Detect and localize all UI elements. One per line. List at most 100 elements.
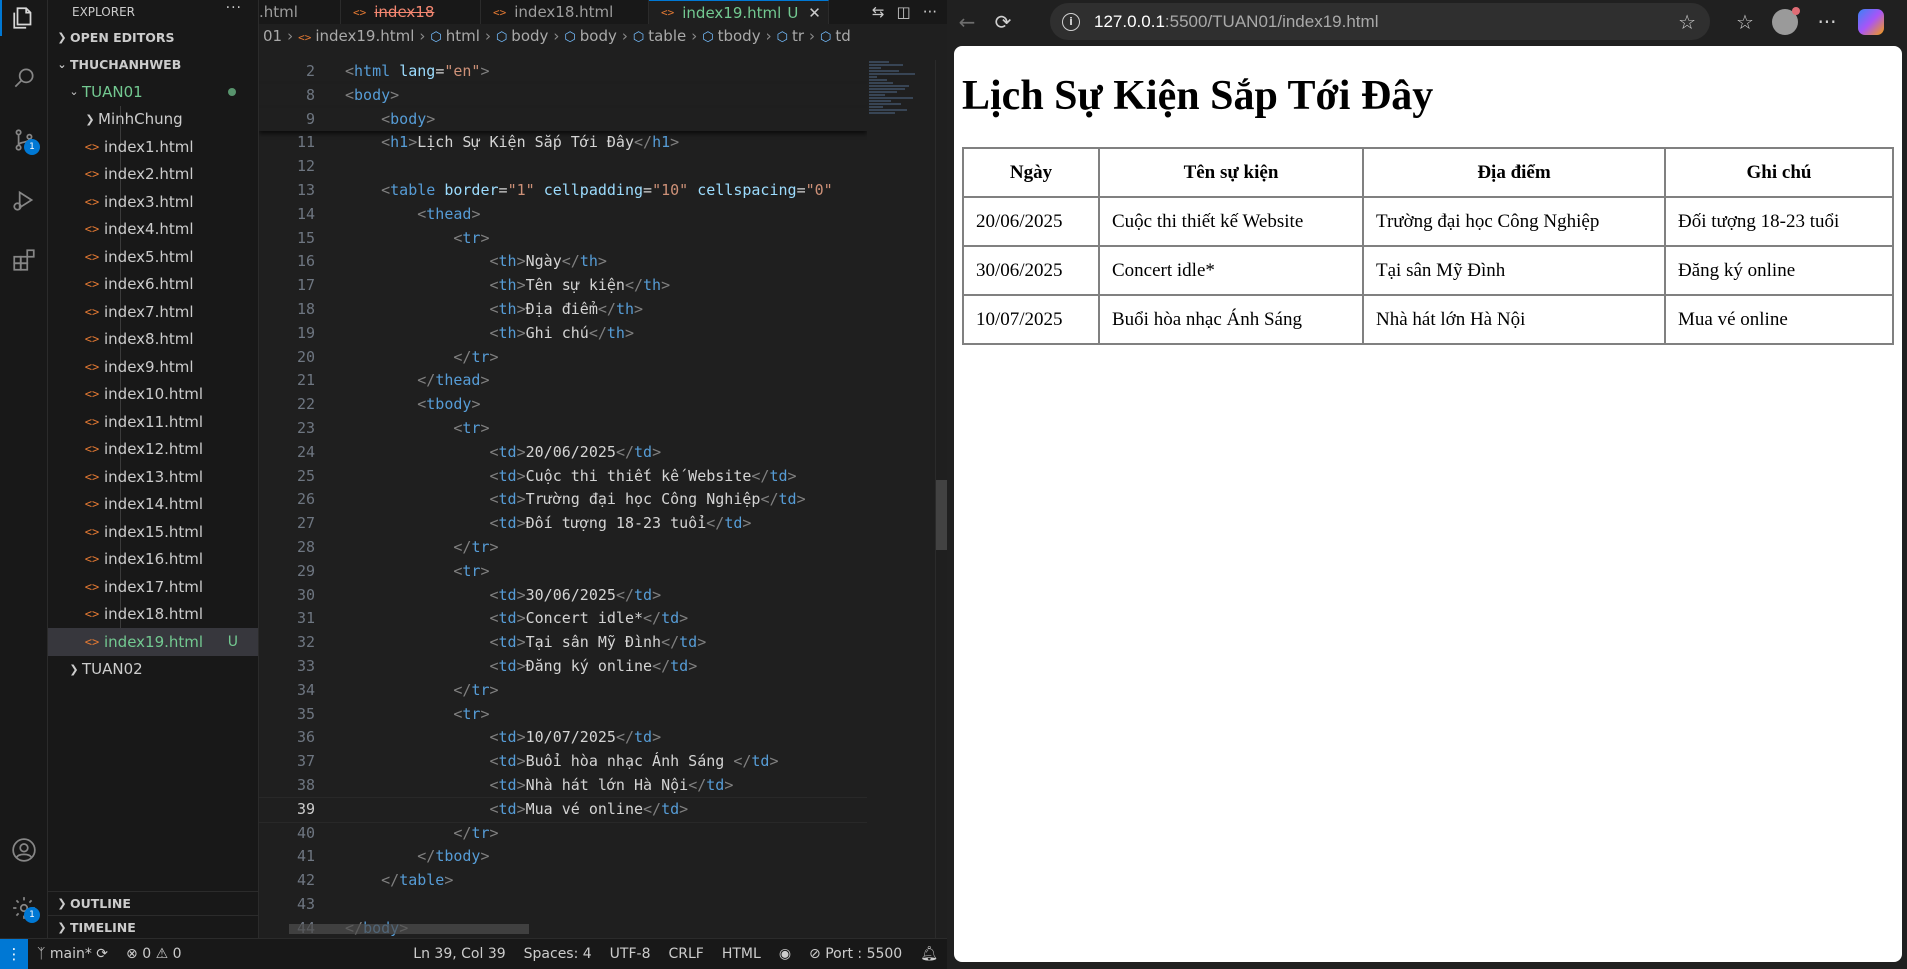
source-control-activity[interactable]: 1 [0,116,48,164]
branch-status[interactable]: ᛉ main* ⟳ [28,946,117,962]
breadcrumb-item[interactable]: ⬡ html [430,27,480,45]
breadcrumb-item[interactable]: ⬡ td [820,27,851,45]
code-line[interactable]: 37 <td>Buổi hòa nhạc Ánh Sáng </td> [259,750,867,774]
file-item[interactable]: <> index8.html [48,326,258,354]
code-line[interactable]: 29 <tr> [259,560,867,584]
code-line[interactable]: 18 <th>Địa điểm</th> [259,298,867,322]
file-item[interactable]: <> index6.html [48,271,258,299]
code-line[interactable]: 17 <th>Tên sự kiện</th> [259,274,867,298]
code-line[interactable]: 27 <td>Đối tượng 18-23 tuổi</td> [259,512,867,536]
file-item[interactable]: <> index1.html [48,133,258,161]
open-editors-section[interactable]: ❯ OPEN EDITORS [48,24,258,51]
copilot-icon[interactable]: ◉ [770,946,800,962]
breadcrumb-item[interactable]: ⬡ table [633,27,686,45]
code-line[interactable]: 26 <td>Trường đại học Công Nghiệp</td> [259,488,867,512]
code-line[interactable]: 43 [259,893,867,917]
file-item[interactable]: <> index14.html [48,491,258,519]
file-item[interactable]: <> index2.html [48,161,258,189]
code-line[interactable]: 11 <h1>Lịch Sự Kiện Sắp Tới Đây</h1> [259,131,867,155]
minimap[interactable] [869,60,923,150]
extensions-activity[interactable] [0,236,48,284]
encoding[interactable]: UTF-8 [601,946,660,962]
indentation[interactable]: Spaces: 4 [515,946,601,962]
code-line[interactable]: 40 </tr> [259,822,867,846]
search-activity[interactable] [0,54,48,102]
code-line[interactable]: 25 <td>Cuộc thi thiết kế Website</td> [259,465,867,489]
explorer-more-button[interactable]: ··· [226,0,242,16]
file-item[interactable]: <> index17.html [48,573,258,601]
breadcrumb-item[interactable]: 01 [263,27,282,45]
file-item[interactable]: <> index12.html [48,436,258,464]
code-line[interactable]: 16 <th>Ngày</th> [259,250,867,274]
code-line[interactable]: 2 <html lang="en"> [259,60,867,84]
favorite-star-icon[interactable]: ☆ [1678,10,1696,34]
file-item[interactable]: <> index13.html [48,463,258,491]
notifications-bell-icon[interactable]: 🔔︎ [911,946,947,962]
workspace-section[interactable]: ⌄ THUCHANHWEB [48,51,258,78]
code-line[interactable]: 23 <tr> [259,417,867,441]
code-line[interactable]: 19 <th>Ghi chú</th> [259,322,867,346]
profile-button[interactable] [1767,4,1803,40]
tab-index18[interactable]: <> index18.html [481,0,649,24]
code-line[interactable]: 30 <td>30/06/2025</td> [259,584,867,608]
code-line[interactable]: 9 <body> [259,107,867,132]
breadcrumb-item[interactable]: <> index19.html [298,27,414,45]
code-line[interactable]: 42 </table> [259,869,867,893]
url-text[interactable]: 127.0.0.1:5500/TUAN01/index19.html [1094,12,1378,32]
code-line[interactable]: 20 </tr> [259,346,867,370]
accounts-activity[interactable] [0,826,48,874]
code-line[interactable]: 15 <tr> [259,227,867,251]
code-line[interactable]: 41 </tbody> [259,845,867,869]
folder-item[interactable]: ❯ MinhChung [48,106,258,134]
code-line[interactable]: 31 <td>Concert idle*</td> [259,607,867,631]
outline-section[interactable]: ❯ OUTLINE [48,892,258,915]
back-arrow-icon[interactable]: ← [949,4,985,40]
code-line[interactable]: 39 <td>Mua vé online</td> [259,796,867,823]
file-item[interactable]: <> index7.html [48,298,258,326]
site-info-icon[interactable]: i [1062,12,1080,31]
manage-activity[interactable]: 1 [0,884,48,932]
code-line[interactable]: 22 <tbody> [259,393,867,417]
breadcrumb-item[interactable]: ⬡ body [564,27,616,45]
remote-indicator-icon[interactable]: ⋮ [0,938,28,969]
split-editor-icon[interactable]: ◫ [897,3,911,21]
folder-tuan01[interactable]: ⌄ TUAN01 [48,78,258,106]
explorer-activity[interactable] [0,0,48,42]
settings-more-icon[interactable]: ··· [1809,4,1845,40]
file-item[interactable]: <> index9.html [48,353,258,381]
breadcrumb-item[interactable]: ⬡ tbody [702,27,760,45]
code-line[interactable]: 33 <td>Đăng ký online</td> [259,655,867,679]
code-line[interactable]: 21 </thead> [259,369,867,393]
file-item[interactable]: <> index16.html [48,546,258,574]
code-line[interactable]: 13 <table border="1" cellpadding="10" ce… [259,179,867,203]
cursor-position[interactable]: Ln 39, Col 39 [404,946,514,962]
tab-index19[interactable]: <> index19.html U ✕ [649,0,829,24]
horizontal-scrollbar[interactable] [289,924,529,934]
file-item[interactable]: <> index19.html U [48,628,258,656]
code-line[interactable]: 32 <td>Tại sân Mỹ Đình</td> [259,631,867,655]
copilot-button[interactable] [1853,4,1889,40]
code-editor[interactable]: 2 <html lang="en"> 8 <body> 9 <body> 11 <h1>L… [259,60,867,938]
more-actions-icon[interactable]: ··· [923,3,937,21]
address-bar[interactable]: i 127.0.0.1:5500/TUAN01/index19.html ☆ [1050,3,1710,40]
code-line[interactable]: 36 <td>10/07/2025</td> [259,726,867,750]
file-item[interactable]: <> index15.html [48,518,258,546]
reload-icon[interactable]: ⟳ [985,4,1021,40]
file-item[interactable]: <> index5.html [48,243,258,271]
tab-html[interactable]: .html [259,0,341,24]
code-line[interactable]: 24 <td>20/06/2025</td> [259,441,867,465]
language-mode[interactable]: HTML [713,946,770,962]
live-server-status[interactable]: ⊘ Port : 5500 [800,946,911,962]
problems-status[interactable]: ⊗ 0 ⚠ 0 [117,946,190,962]
favorites-icon[interactable]: ☆ [1727,4,1763,40]
close-icon[interactable]: ✕ [808,4,821,22]
code-line[interactable]: 34 </tr> [259,679,867,703]
end-of-line[interactable]: CRLF [659,946,712,962]
vertical-scrollbar[interactable] [935,60,948,938]
timeline-section[interactable]: ❯ TIMELINE [48,915,258,938]
file-item[interactable]: <> index10.html [48,381,258,409]
code-line[interactable]: 12 [259,155,867,179]
code-line[interactable]: 28 </tr> [259,536,867,560]
code-line[interactable]: 8 <body> [259,83,867,108]
file-item[interactable]: <> index3.html [48,188,258,216]
